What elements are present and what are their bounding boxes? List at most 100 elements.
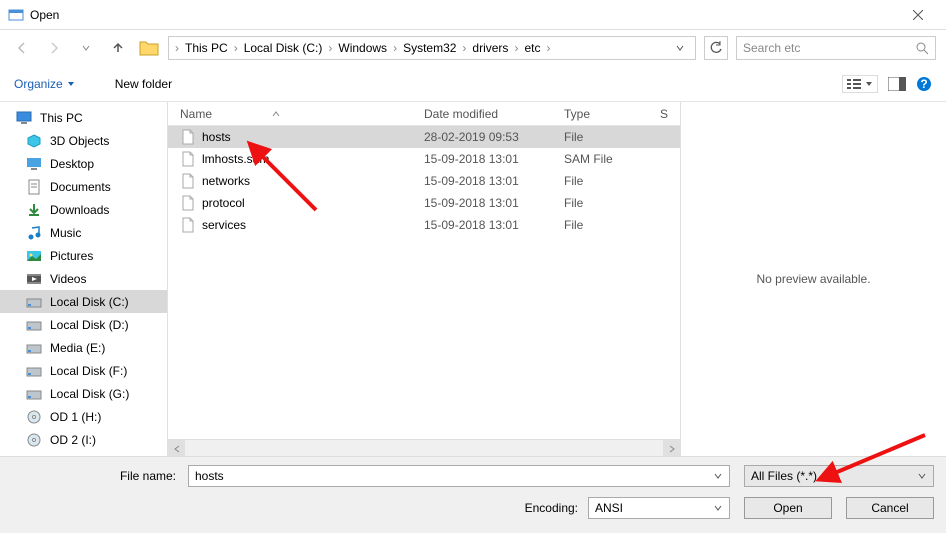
sidebar-item[interactable]: Local Disk (G:) xyxy=(0,382,167,405)
nav-row: › This PC›Local Disk (C:)›Windows›System… xyxy=(0,30,946,66)
downloads-icon xyxy=(26,202,42,218)
file-type: File xyxy=(564,196,660,210)
file-icon xyxy=(180,173,196,189)
scroll-left-icon[interactable] xyxy=(168,440,185,457)
filename-label: File name: xyxy=(12,469,182,483)
computer-icon xyxy=(16,110,32,126)
disk-icon xyxy=(26,340,42,356)
preview-text: No preview available. xyxy=(756,272,870,286)
sort-indicator-icon xyxy=(272,110,280,118)
sidebar-item[interactable]: Local Disk (F:) xyxy=(0,359,167,382)
search-icon xyxy=(916,42,929,55)
sidebar-item[interactable]: Pictures xyxy=(0,244,167,267)
preview-pane-toggle[interactable] xyxy=(888,77,906,91)
file-row[interactable]: protocol15-09-2018 13:01File xyxy=(168,192,680,214)
file-type: SAM File xyxy=(564,152,660,166)
sidebar-item-label: Desktop xyxy=(50,157,94,171)
file-icon xyxy=(180,195,196,211)
up-button[interactable] xyxy=(106,36,130,60)
sidebar-item-label: OD 2 (I:) xyxy=(50,433,96,447)
scroll-right-icon[interactable] xyxy=(663,440,680,457)
close-button[interactable] xyxy=(898,0,938,30)
pictures-icon xyxy=(26,248,42,264)
address-dropdown[interactable] xyxy=(669,43,691,53)
col-date[interactable]: Date modified xyxy=(424,107,564,121)
cancel-button[interactable]: Cancel xyxy=(846,497,934,519)
organize-menu[interactable]: Organize xyxy=(14,77,75,91)
col-name[interactable]: Name xyxy=(180,107,212,121)
sidebar-item-label: Local Disk (D:) xyxy=(50,318,129,332)
sidebar-item-label: 3D Objects xyxy=(50,134,109,148)
chevron-down-icon xyxy=(917,471,927,481)
3d-icon xyxy=(26,133,42,149)
open-button[interactable]: Open xyxy=(744,497,832,519)
sidebar-item[interactable]: OD 1 (H:) xyxy=(0,405,167,428)
file-row[interactable]: services15-09-2018 13:01File xyxy=(168,214,680,236)
search-input[interactable]: Search etc xyxy=(736,36,936,60)
breadcrumb-segment[interactable]: Local Disk (C:) xyxy=(240,41,327,55)
col-size[interactable]: S xyxy=(660,107,680,121)
disk-icon xyxy=(26,386,42,402)
cd-icon xyxy=(26,409,42,425)
sidebar-item-label: Documents xyxy=(50,180,111,194)
sidebar-item[interactable]: Desktop xyxy=(0,152,167,175)
file-icon xyxy=(180,151,196,167)
sidebar-this-pc[interactable]: This PC xyxy=(0,106,167,129)
sidebar-item[interactable]: Documents xyxy=(0,175,167,198)
sidebar-item-label: Local Disk (C:) xyxy=(50,295,129,309)
sidebar-item[interactable]: Media (E:) xyxy=(0,336,167,359)
horizontal-scrollbar[interactable] xyxy=(168,439,680,456)
sidebar-item-label: Pictures xyxy=(50,249,93,263)
breadcrumb-segment[interactable]: Windows xyxy=(334,41,391,55)
sidebar-item-label: Local Disk (G:) xyxy=(50,387,129,401)
file-type: File xyxy=(564,130,660,144)
refresh-button[interactable] xyxy=(704,36,728,60)
new-folder-button[interactable]: New folder xyxy=(115,77,172,91)
file-row[interactable]: hosts28-02-2019 09:53File xyxy=(168,126,680,148)
sidebar-item[interactable]: OD 2 (I:) xyxy=(0,428,167,451)
chevron-down-icon xyxy=(713,471,723,481)
breadcrumb-segment[interactable]: This PC xyxy=(181,41,232,55)
help-button[interactable]: ? xyxy=(916,76,932,92)
recent-dropdown[interactable] xyxy=(74,36,98,60)
file-date: 15-09-2018 13:01 xyxy=(424,218,564,232)
file-name: hosts xyxy=(202,130,231,144)
desktop-icon xyxy=(26,156,42,172)
main-area: This PC 3D Objects Desktop Documents Downlo… xyxy=(0,102,946,456)
file-name: services xyxy=(202,218,246,232)
window-title: Open xyxy=(30,8,898,22)
sidebar-item[interactable]: 3D Objects xyxy=(0,129,167,152)
view-mode-selector[interactable] xyxy=(842,75,878,93)
sidebar-item[interactable]: Music xyxy=(0,221,167,244)
toolbar: Organize New folder ? xyxy=(0,66,946,102)
breadcrumb-segment[interactable]: System32 xyxy=(399,41,460,55)
file-type-filter[interactable]: All Files (*.*) xyxy=(744,465,934,487)
breadcrumb-separator: › xyxy=(391,41,399,55)
col-type[interactable]: Type xyxy=(564,107,660,121)
file-icon xyxy=(180,129,196,145)
file-list-pane: Name Date modified Type S hosts28-02-201… xyxy=(168,102,680,456)
breadcrumb-segment[interactable]: etc xyxy=(520,41,544,55)
file-list[interactable]: hosts28-02-2019 09:53Filelmhosts.sam15-0… xyxy=(168,126,680,439)
sidebar-item[interactable]: Downloads xyxy=(0,198,167,221)
filename-input[interactable]: hosts xyxy=(188,465,730,487)
sidebar-item-label: Videos xyxy=(50,272,86,286)
back-button[interactable] xyxy=(10,36,34,60)
disk-icon xyxy=(26,294,42,310)
file-name: lmhosts.sam xyxy=(202,152,269,166)
bottom-panel: File name: hosts All Files (*.*) Encodin… xyxy=(0,456,946,533)
sidebar-item-label: Media (E:) xyxy=(50,341,105,355)
address-bar[interactable]: › This PC›Local Disk (C:)›Windows›System… xyxy=(168,36,696,60)
column-headers[interactable]: Name Date modified Type S xyxy=(168,102,680,126)
file-row[interactable]: lmhosts.sam15-09-2018 13:01SAM File xyxy=(168,148,680,170)
sidebar-item[interactable]: Videos xyxy=(0,267,167,290)
forward-button[interactable] xyxy=(42,36,66,60)
chevron-down-icon xyxy=(713,503,723,513)
cd-icon xyxy=(26,432,42,448)
breadcrumb-segment[interactable]: drivers xyxy=(468,41,512,55)
sidebar-item[interactable]: Local Disk (D:) xyxy=(0,313,167,336)
file-row[interactable]: networks15-09-2018 13:01File xyxy=(168,170,680,192)
videos-icon xyxy=(26,271,42,287)
encoding-select[interactable]: ANSI xyxy=(588,497,730,519)
sidebar-item[interactable]: Local Disk (C:) xyxy=(0,290,167,313)
